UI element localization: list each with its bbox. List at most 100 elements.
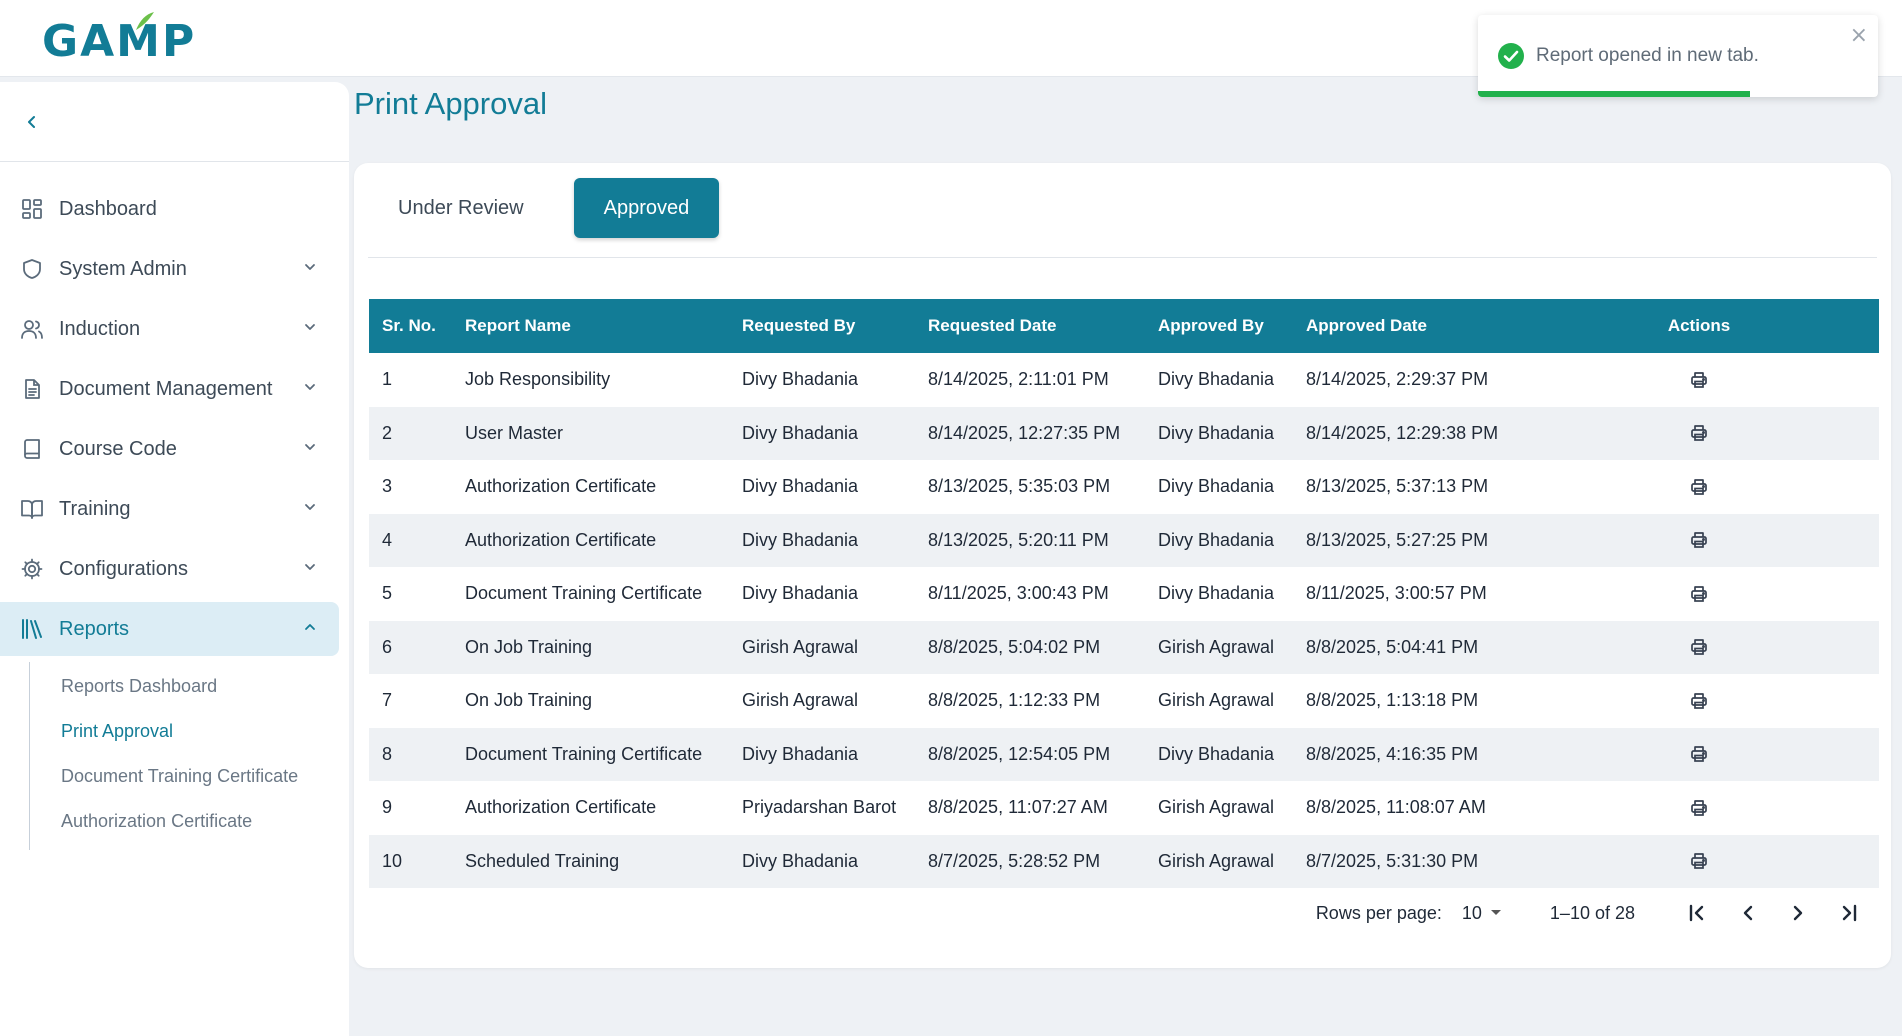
- sidebar-item-dashboard[interactable]: Dashboard: [0, 182, 339, 236]
- sidebar-item-reports[interactable]: Reports: [0, 602, 339, 656]
- reports-submenu: Reports Dashboard Print Approval Document …: [29, 662, 349, 850]
- cell-requested-by: Priyadarshan Barot: [742, 797, 897, 818]
- print-button[interactable]: [1684, 632, 1714, 662]
- print-button[interactable]: [1684, 579, 1714, 609]
- cell-approved-date: 8/8/2025, 11:08:07 AM: [1306, 797, 1486, 818]
- cell-approved-date: 8/13/2025, 5:37:13 PM: [1306, 476, 1489, 497]
- tab-approved[interactable]: Approved: [573, 178, 720, 238]
- sidebar-item-configurations[interactable]: Configurations: [0, 542, 339, 596]
- open-book-icon: [20, 497, 44, 521]
- print-button[interactable]: [1684, 418, 1714, 448]
- cell-actions: [1519, 353, 1879, 407]
- submenu-item-document-training-certificate[interactable]: Document Training Certificate: [61, 754, 349, 799]
- chevron-left-icon[interactable]: [24, 114, 40, 130]
- cell-requested-date: 8/14/2025, 2:11:01 PM: [928, 369, 1109, 390]
- cell-approved-date: 8/14/2025, 12:29:38 PM: [1293, 406, 1519, 460]
- sidebar-item-label: Training: [59, 497, 131, 520]
- table-row: 7 On Job Training Girish Agrawal 8/8/2025, …: [369, 674, 1879, 728]
- cell-requested-by: Divy Bhadania: [729, 727, 915, 781]
- cell-requested-date: 8/8/2025, 12:54:05 PM: [915, 727, 1145, 781]
- sidebar-item-course-code[interactable]: Course Code: [0, 422, 339, 476]
- cell-requested-by: Girish Agrawal: [742, 690, 859, 711]
- sidebar-item-induction[interactable]: Induction: [0, 302, 339, 356]
- column-header-approved-date[interactable]: Approved Date: [1293, 299, 1519, 353]
- sidebar-item-document-management[interactable]: Document Management: [0, 362, 339, 416]
- table-row: 5 Document Training Certificate Divy Bhada…: [369, 567, 1879, 621]
- rows-per-page-value: 10: [1461, 902, 1482, 923]
- cell-approved-by: Divy Bhadania: [1158, 476, 1275, 497]
- print-button[interactable]: [1684, 739, 1714, 769]
- next-page-button[interactable]: [1773, 893, 1823, 933]
- previous-page-button[interactable]: [1723, 893, 1773, 933]
- printer-icon: [1690, 852, 1708, 870]
- printer-icon: [1690, 745, 1708, 763]
- table-header-row: Sr. No. Report Name Requested By Requested …: [369, 299, 1879, 353]
- cell-requested-date: 8/8/2025, 5:04:02 PM: [915, 620, 1145, 674]
- logo-leaf-icon: [136, 12, 154, 30]
- cell-requested-date: 8/13/2025, 5:20:11 PM: [915, 513, 1145, 567]
- submenu-item-print-approval[interactable]: Print Approval: [61, 709, 349, 754]
- printer-icon: [1690, 531, 1708, 549]
- users-icon: [20, 317, 44, 341]
- toast-progress-bar: [1478, 91, 1750, 97]
- column-header-approved-by[interactable]: Approved By: [1145, 299, 1293, 353]
- sidebar-item-label: Course Code: [59, 437, 177, 460]
- gear-icon: [20, 557, 44, 581]
- cell-sr-no: 4: [369, 513, 452, 567]
- table-row: 1 Job Responsibility Divy Bhadania 8/14/202…: [369, 353, 1879, 407]
- submenu-item-authorization-certificate[interactable]: Authorization Certificate: [61, 799, 349, 844]
- document-icon: [20, 377, 44, 401]
- print-button[interactable]: [1684, 686, 1714, 716]
- cell-requested-by: Divy Bhadania: [742, 476, 859, 497]
- toast-close-button[interactable]: ×: [1850, 23, 1868, 48]
- print-button[interactable]: [1684, 793, 1714, 823]
- column-header-requested-by[interactable]: Requested By: [729, 299, 915, 353]
- book-icon: [20, 437, 44, 461]
- sidebar-item-label: Dashboard: [59, 197, 157, 220]
- table-row: 6 On Job Training Girish Agrawal 8/8/2025, …: [369, 620, 1879, 674]
- gamp-logo[interactable]: GAMP: [42, 12, 196, 64]
- cell-sr-no: 10: [369, 834, 452, 888]
- cell-actions: [1519, 406, 1879, 460]
- column-header-sr-no[interactable]: Sr. No.: [369, 299, 452, 353]
- cell-sr-no: 3: [382, 476, 393, 497]
- table-row: 3 Authorization Certificate Divy Bhadania 8…: [369, 460, 1879, 514]
- first-page-button[interactable]: [1673, 893, 1723, 933]
- print-button[interactable]: [1684, 846, 1714, 876]
- print-button[interactable]: [1684, 365, 1714, 395]
- printer-icon: [1690, 585, 1708, 603]
- chevron-down-icon: [303, 380, 317, 399]
- sidebar-item-training[interactable]: Training: [0, 482, 339, 536]
- last-page-button[interactable]: [1823, 893, 1873, 933]
- toast-notification: Report opened in new tab. ×: [1478, 15, 1878, 97]
- cell-requested-by: Divy Bhadania: [742, 369, 859, 390]
- submenu-item-reports-dashboard[interactable]: Reports Dashboard: [61, 664, 349, 709]
- rows-per-page-select[interactable]: 10: [1462, 903, 1502, 924]
- column-header-report-name[interactable]: Report Name: [452, 299, 729, 353]
- cell-requested-date: 8/7/2025, 5:28:52 PM: [915, 834, 1145, 888]
- shield-icon: [20, 257, 44, 281]
- cell-actions: [1519, 567, 1879, 621]
- first-page-icon: [1689, 904, 1704, 922]
- cell-report-name: On Job Training: [465, 690, 593, 711]
- cell-sr-no: 9: [382, 797, 393, 818]
- sidebar-item-system-admin[interactable]: System Admin: [0, 242, 339, 296]
- sidebar-nav: Dashboard System Admin Induction Document M…: [0, 162, 349, 850]
- cell-approved-by: Girish Agrawal: [1145, 620, 1293, 674]
- printer-icon: [1690, 692, 1708, 710]
- cell-sr-no: 6: [369, 620, 452, 674]
- cell-requested-date: 8/13/2025, 5:35:03 PM: [928, 476, 1111, 497]
- column-header-actions[interactable]: Actions: [1519, 299, 1879, 353]
- tab-under-review[interactable]: Under Review: [368, 178, 554, 238]
- cell-sr-no: 8: [369, 727, 452, 781]
- column-header-requested-date[interactable]: Requested Date: [915, 299, 1145, 353]
- print-button[interactable]: [1684, 525, 1714, 555]
- cell-approved-date: 8/8/2025, 4:16:35 PM: [1293, 727, 1519, 781]
- cell-approved-by: Divy Bhadania: [1158, 583, 1275, 604]
- print-button[interactable]: [1684, 472, 1714, 502]
- cell-approved-date: 8/8/2025, 1:13:18 PM: [1306, 690, 1479, 711]
- sidebar-item-label: System Admin: [59, 257, 187, 280]
- sidebar-header: [0, 82, 349, 162]
- chevron-left-icon: [1743, 905, 1753, 921]
- cell-report-name: Document Training Certificate: [452, 727, 729, 781]
